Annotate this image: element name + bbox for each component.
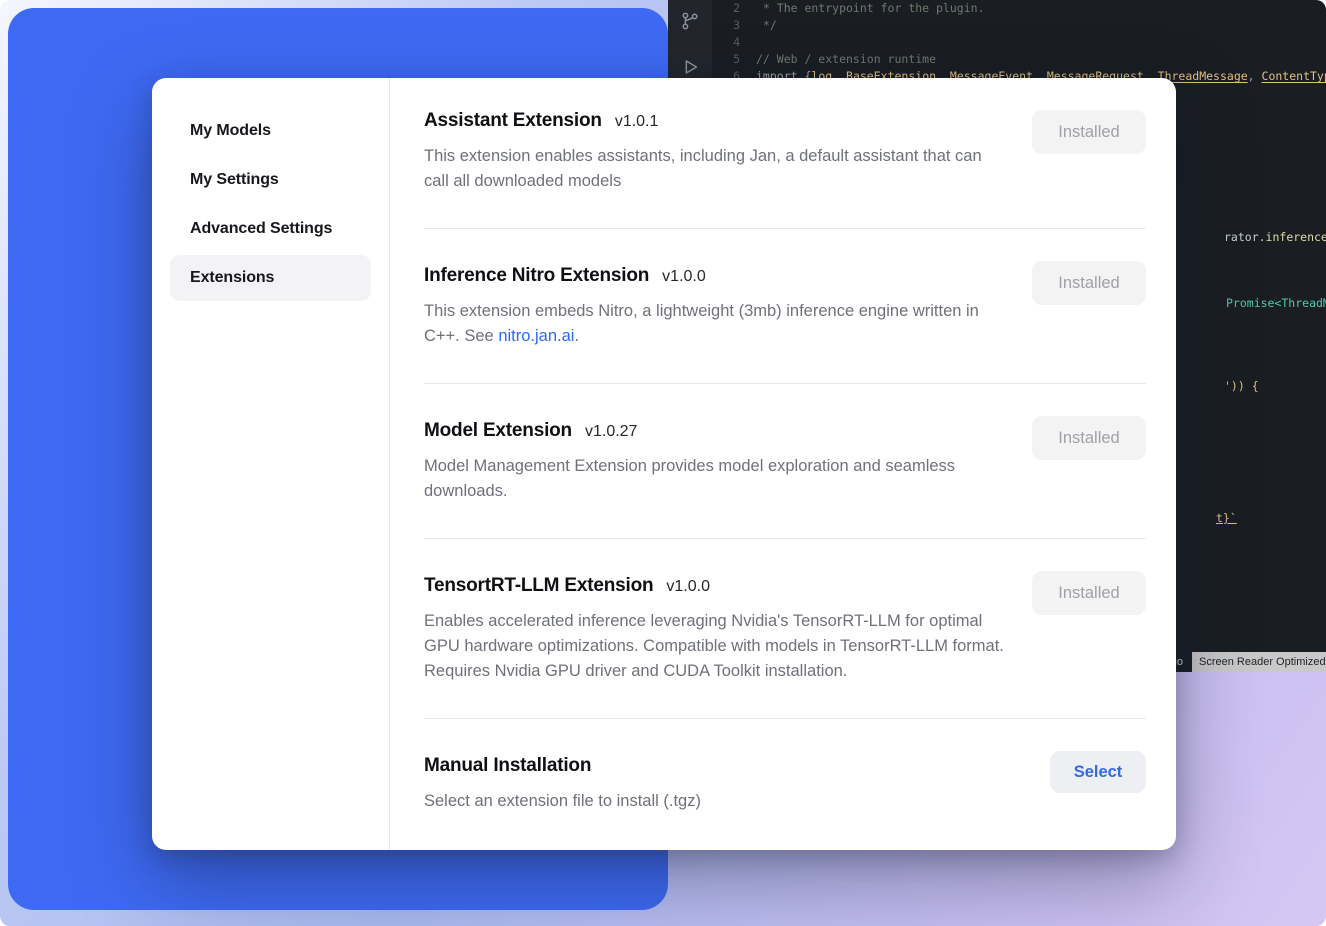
line-number: 5 (712, 51, 740, 68)
installed-button[interactable]: Installed (1032, 110, 1146, 154)
installed-button[interactable]: Installed (1032, 261, 1146, 305)
extension-name: Assistant Extension (424, 110, 602, 132)
code-fragment: t}` (1216, 511, 1237, 525)
code-text: // Web / extension runtime (756, 51, 936, 68)
code-token: , (1248, 69, 1262, 83)
extensions-panel: Assistant Extension v1.0.1 This extensio… (390, 78, 1176, 850)
desktop-background: 2 * The entrypoint for the plugin. 3 */ … (0, 0, 1326, 926)
code-text: */ (756, 17, 777, 34)
extension-name: Inference Nitro Extension (424, 265, 649, 287)
code-fragment: ')) { (1224, 379, 1259, 393)
installed-button[interactable]: Installed (1032, 416, 1146, 460)
extension-name: Model Extension (424, 420, 572, 442)
nitro-jan-ai-link[interactable]: nitro.jan.ai (498, 327, 574, 345)
extension-row-model: Model Extension v1.0.27 Model Management… (424, 384, 1146, 539)
extension-name: TensortRT-LLM Extension (424, 575, 653, 597)
code-line: 3 */ (712, 17, 1326, 34)
source-control-icon[interactable] (679, 10, 701, 32)
installed-button[interactable]: Installed (1032, 571, 1146, 615)
line-number: 4 (712, 34, 740, 51)
extension-row-tensorrt-llm: TensortRT-LLM Extension v1.0.0 Enables a… (424, 539, 1146, 719)
extension-row-assistant: Assistant Extension v1.0.1 This extensio… (424, 78, 1146, 229)
code-line: 5 // Web / extension runtime (712, 51, 1326, 68)
code-fragment: rator.inference(data)); (1224, 230, 1326, 244)
sidebar-item-extensions[interactable]: Extensions (170, 255, 371, 301)
extension-description: Model Management Extension provides mode… (424, 454, 1004, 504)
sidebar-item-advanced-settings[interactable]: Advanced Settings (170, 206, 371, 252)
screen-reader-notice[interactable]: Screen Reader Optimized (1192, 652, 1326, 672)
extension-header: Manual Installation (424, 755, 1146, 777)
manual-installation-description: Select an extension file to install (.tg… (424, 789, 1004, 814)
extension-version: v1.0.1 (615, 113, 659, 131)
settings-sidebar: My Models My Settings Advanced Settings … (152, 78, 390, 850)
line-number: 2 (712, 0, 740, 17)
code-line: 2 * The entrypoint for the plugin. (712, 0, 1326, 17)
extension-description: Enables accelerated inference leveraging… (424, 609, 1004, 684)
code-text: * The entrypoint for the plugin. (756, 0, 984, 17)
run-debug-icon[interactable] (679, 56, 701, 78)
settings-modal: My Models My Settings Advanced Settings … (152, 78, 1176, 850)
manual-installation-row: Manual Installation Select an extension … (424, 719, 1146, 848)
select-file-button[interactable]: Select (1050, 751, 1146, 793)
code-token: ContentType (1262, 69, 1326, 83)
extension-description: This extension enables assistants, inclu… (424, 144, 1004, 194)
line-number: 3 (712, 17, 740, 34)
extension-version: v1.0.0 (662, 268, 706, 286)
extension-description: This extension embeds Nitro, a lightweig… (424, 299, 1004, 349)
sidebar-item-my-models[interactable]: My Models (170, 108, 371, 154)
extension-version: v1.0.0 (666, 578, 710, 596)
extension-row-inference-nitro: Inference Nitro Extension v1.0.0 This ex… (424, 229, 1146, 384)
extension-version: v1.0.27 (585, 423, 637, 441)
sidebar-item-my-settings[interactable]: My Settings (170, 157, 371, 203)
code-fragment: Promise<ThreadMessage> (1226, 296, 1326, 310)
manual-installation-title: Manual Installation (424, 755, 591, 777)
description-text: . (574, 327, 579, 345)
code-line: 4 (712, 34, 1326, 51)
